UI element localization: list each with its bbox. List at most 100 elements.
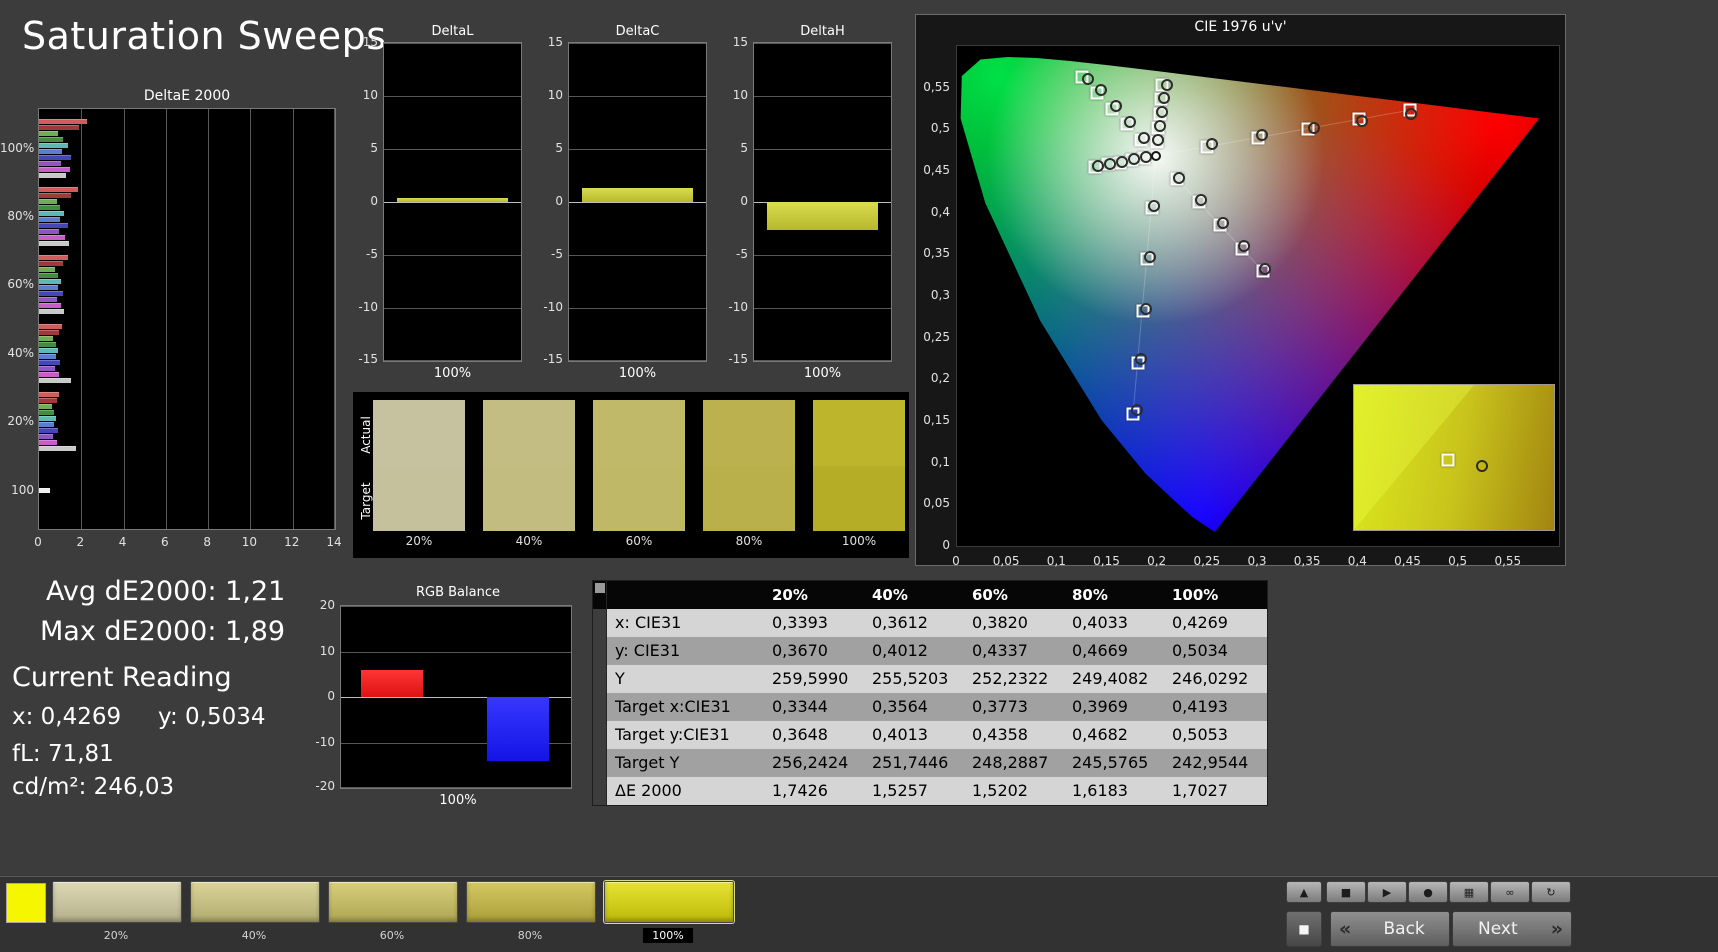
measured-marker <box>1160 79 1173 92</box>
collapse-button[interactable]: ▲ <box>1286 881 1322 903</box>
gridline <box>754 96 891 97</box>
y-tick-label: 10 <box>732 88 748 102</box>
delta-e-bar <box>39 365 55 371</box>
x-tick-label: 0,4 <box>1347 554 1367 568</box>
table-cell: 249,4082 <box>1072 669 1149 688</box>
saturation-patch-button-60[interactable] <box>328 881 458 923</box>
table-cell: 1,6183 <box>1072 781 1128 800</box>
table-row: x: CIE31 0,3393 0,3612 0,3820 0,4033 0,4269 <box>593 609 1267 637</box>
saturation-patch-button-100[interactable] <box>603 880 735 924</box>
y-tick-label: 0 <box>327 689 335 703</box>
gridline <box>334 109 335 529</box>
measured-marker <box>1151 134 1164 147</box>
delta-e-bar <box>39 359 61 365</box>
x-tick-label: 14 <box>326 535 342 549</box>
measured-marker <box>1109 100 1122 112</box>
current-y-value: y: 0,5034 <box>158 704 266 730</box>
y-tick-label: 0 <box>740 194 748 208</box>
y-tick-label: -10 <box>315 734 335 749</box>
table-cell: 0,5053 <box>1172 725 1228 744</box>
delta-l-x-label: 100% <box>433 366 472 381</box>
table-cell: 0,4269 <box>1172 613 1228 632</box>
row-label: ΔE 2000 <box>615 781 682 800</box>
table-header-cell: 60% <box>972 586 1008 604</box>
transport-play-button[interactable]: ▶ <box>1367 881 1407 903</box>
measured-marker <box>1137 131 1150 144</box>
target-swatch <box>483 465 575 531</box>
delta-e-bar <box>39 216 61 222</box>
x-tick-label: 0,1 <box>1046 554 1066 568</box>
value-bar-value <box>582 188 693 202</box>
swatch-level-label: 40% <box>515 534 543 548</box>
y-tick-label: -15 <box>543 352 563 366</box>
value-bar-blue <box>487 697 550 761</box>
back-button[interactable]: « Back <box>1330 911 1450 947</box>
row-label: Y <box>615 669 625 688</box>
table-cell: 0,4012 <box>872 641 928 660</box>
x-tick-label: 0,25 <box>1193 554 1221 568</box>
table-cell: 0,3969 <box>1072 697 1128 716</box>
saturation-patch-button-20[interactable] <box>52 881 182 923</box>
actual-swatch <box>703 400 795 466</box>
x-tick-label: 4 <box>118 535 127 549</box>
table-cell: 0,5034 <box>1172 641 1228 660</box>
y-tick-label: 0,4 <box>930 204 950 219</box>
saturation-patch-label: 20% <box>103 929 129 942</box>
rgb-balance-plot <box>340 605 572 789</box>
saturation-patch-label: 80% <box>517 929 543 942</box>
y-tick-label: 0,35 <box>923 246 950 261</box>
y-tick-label: -10 <box>358 300 378 314</box>
saturation-patch-button-80[interactable] <box>466 881 596 923</box>
delta-h-x-label: 100% <box>803 366 842 381</box>
measured-marker <box>1155 105 1168 118</box>
row-handle <box>593 749 607 777</box>
y-tick-label: 0,3 <box>930 288 950 302</box>
table-cell: 0,4193 <box>1172 697 1228 716</box>
row-handle <box>593 637 607 665</box>
table-cell: 259,5990 <box>772 669 849 688</box>
measurement-table: 20% 40% 60% 80% 100% x: CIE31 0,3393 0,3612 0,38… <box>592 580 1268 806</box>
value-bar-red <box>360 669 423 697</box>
measured-marker <box>1216 216 1229 229</box>
white-point-marker <box>1150 151 1161 161</box>
y-tick-label: 100% <box>0 140 35 155</box>
measured-marker <box>1123 115 1136 128</box>
x-tick-label: 12 <box>284 535 300 549</box>
x-tick-label: 0,15 <box>1093 554 1120 568</box>
measured-marker <box>1143 250 1156 263</box>
delta-e-bar <box>39 445 76 451</box>
transport-pattern-button[interactable]: ▦ <box>1449 881 1489 903</box>
delta-e-bar <box>39 160 62 166</box>
row-label: y: CIE31 <box>615 641 681 660</box>
delta-e-bar <box>39 154 71 160</box>
y-tick-label: 0 <box>942 538 950 552</box>
gridline <box>384 308 521 309</box>
transport-record-button[interactable]: ● <box>1408 881 1448 903</box>
gridline <box>569 360 706 361</box>
row-handle <box>593 693 607 721</box>
delta-e-bar <box>39 261 64 267</box>
row-handle <box>593 609 607 637</box>
gridline <box>384 96 521 97</box>
y-tick-label: -15 <box>358 352 378 366</box>
measured-marker <box>1103 157 1116 170</box>
x-tick-label: 0,2 <box>1147 554 1167 568</box>
measured-marker <box>1194 194 1207 207</box>
saturation-patch-button-40[interactable] <box>190 881 320 923</box>
delta-e-bar <box>39 353 56 359</box>
transport-refresh-button[interactable]: ↻ <box>1531 881 1571 903</box>
measured-marker <box>1092 160 1105 172</box>
transport-stop-button[interactable]: ■ <box>1326 881 1366 903</box>
table-cell: 0,4013 <box>872 725 928 744</box>
gridline <box>384 149 521 150</box>
x-tick-label: 0,35 <box>1293 554 1321 568</box>
transport-continuous-button[interactable]: ∞ <box>1490 881 1530 903</box>
y-tick-label: 0,45 <box>923 163 950 177</box>
next-button[interactable]: Next » <box>1452 911 1572 947</box>
y-tick-label: 0 <box>555 194 563 208</box>
row-label: x: CIE31 <box>615 613 682 632</box>
delta-e-bar <box>39 240 69 246</box>
stop-square-button[interactable]: ■ <box>1286 911 1322 947</box>
actual-swatch <box>483 400 575 466</box>
delta-e-bar <box>39 488 50 494</box>
